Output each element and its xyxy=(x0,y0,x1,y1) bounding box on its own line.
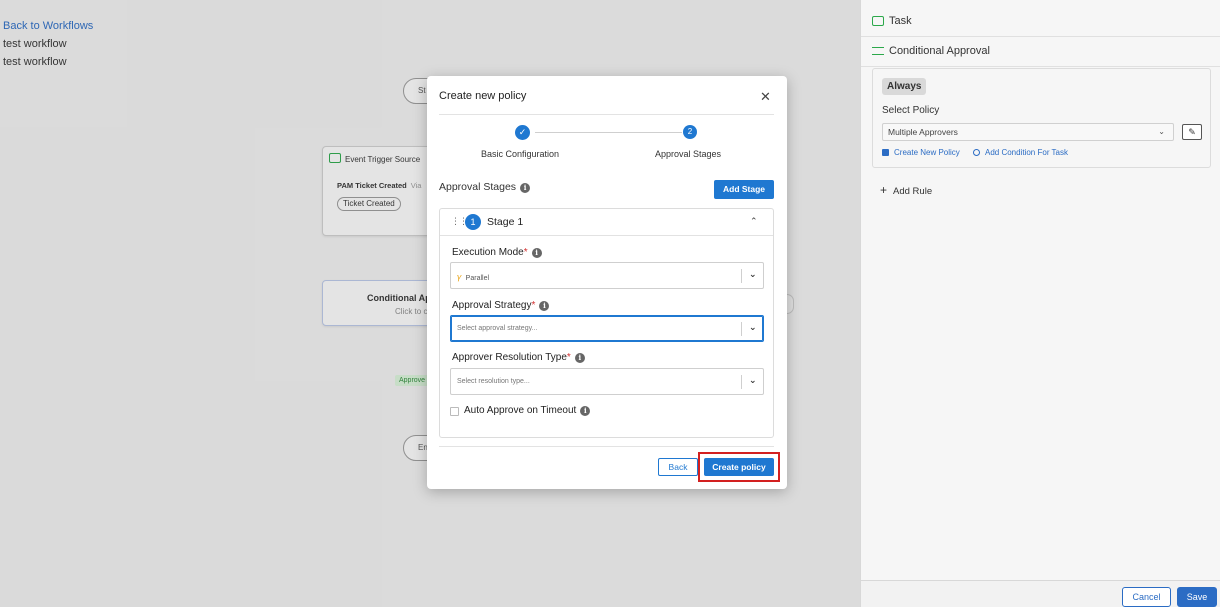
info-icon: i xyxy=(574,353,585,363)
panel-task-row[interactable]: Task xyxy=(861,7,1220,37)
save-button[interactable]: Save xyxy=(1177,587,1217,607)
panel-footer: Cancel Save xyxy=(861,580,1220,607)
chevron-down-icon: ⌄ xyxy=(749,322,757,332)
approval-strategy-placeholder: Select approval strategy... xyxy=(457,325,538,332)
execution-mode-label-text: Execution Mode xyxy=(452,247,524,258)
create-policy-button[interactable]: Create policy xyxy=(704,458,774,476)
create-policy-highlight: Create policy xyxy=(698,452,780,482)
add-condition-text: Add Condition For Task xyxy=(985,148,1069,157)
stage-name: Stage 1 xyxy=(487,216,524,228)
edit-policy-button[interactable]: ✎ xyxy=(1182,124,1202,140)
info-icon: i xyxy=(539,301,550,311)
stepper-line xyxy=(535,132,682,133)
create-policy-modal: Create new policy ✕ ✓ 2 Basic Configurat… xyxy=(427,76,787,489)
auto-approve-checkbox[interactable] xyxy=(450,407,459,416)
info-icon: i xyxy=(520,183,531,193)
execution-mode-value: 𝛾 Parallel xyxy=(457,272,489,283)
stage-header[interactable]: ⋮⋮ 1 Stage 1 ⌃ xyxy=(440,209,773,236)
select-policy-label: Select Policy xyxy=(882,105,940,116)
step-basic-configuration[interactable]: Basic Configuration xyxy=(481,149,559,159)
execution-mode-value-text: Parallel xyxy=(465,275,490,282)
select-separator xyxy=(741,269,742,283)
resolution-type-label: Approver Resolution Type* i xyxy=(452,352,585,363)
plus-square-icon xyxy=(882,149,889,156)
stage-card: ⋮⋮ 1 Stage 1 ⌃ Execution Mode* i 𝛾 Paralle… xyxy=(439,208,774,438)
step-2-indicator: 2 xyxy=(683,125,697,139)
properties-panel: Task Conditional Approval Always Select … xyxy=(860,0,1220,607)
parallel-icon: 𝛾 xyxy=(457,272,462,282)
create-new-policy-text: Create New Policy xyxy=(894,148,960,157)
conditional-icon xyxy=(872,47,884,55)
add-condition-link[interactable]: Add Condition For Task xyxy=(973,148,1068,157)
always-chip: Always xyxy=(882,78,927,95)
cancel-button[interactable]: Cancel xyxy=(1122,587,1171,607)
approval-stages-heading-text: Approval Stages xyxy=(439,181,517,193)
approval-strategy-label: Approval Strategy* i xyxy=(452,300,550,311)
task-label: Task xyxy=(889,15,912,27)
modal-title: Create new policy xyxy=(439,90,527,102)
chevron-down-icon: ⌄ xyxy=(749,375,757,385)
approval-strategy-label-text: Approval Strategy xyxy=(452,300,532,311)
plus-circle-icon xyxy=(973,149,980,156)
task-icon xyxy=(872,16,884,26)
policy-rule-box: Always Select Policy Multiple Approvers … xyxy=(872,68,1211,168)
auto-approve-label-text: Auto Approve on Timeout xyxy=(464,405,577,416)
approval-strategy-select[interactable]: Select approval strategy... ⌄ xyxy=(450,315,764,342)
add-stage-button[interactable]: Add Stage xyxy=(714,180,774,199)
execution-mode-select[interactable]: 𝛾 Parallel ⌄ xyxy=(450,262,764,289)
info-icon: i xyxy=(531,248,542,258)
conditional-label: Conditional Approval xyxy=(889,45,990,57)
policy-select-value: Multiple Approvers xyxy=(888,127,958,137)
close-icon[interactable]: ✕ xyxy=(760,89,771,105)
pencil-icon: ✎ xyxy=(1188,127,1196,137)
select-separator xyxy=(741,375,742,389)
chevron-down-icon: ⌄ xyxy=(1158,127,1165,136)
step-complete-check-icon: ✓ xyxy=(515,125,530,140)
create-new-policy-link[interactable]: Create New Policy xyxy=(882,148,960,157)
step-approval-stages[interactable]: Approval Stages xyxy=(655,149,721,159)
select-separator xyxy=(741,322,742,336)
auto-approve-label: Auto Approve on Timeout i xyxy=(464,405,591,416)
modal-divider xyxy=(439,114,774,115)
chevron-up-icon[interactable]: ⌃ xyxy=(750,216,758,227)
resolution-type-select[interactable]: Select resolution type... ⌄ xyxy=(450,368,764,395)
resolution-type-placeholder: Select resolution type... xyxy=(457,378,530,385)
add-rule-text: Add Rule xyxy=(893,186,933,197)
panel-conditional-row[interactable]: Conditional Approval xyxy=(861,37,1220,67)
execution-mode-label: Execution Mode* i xyxy=(452,247,542,258)
modal-footer-divider xyxy=(439,446,774,447)
resolution-type-label-text: Approver Resolution Type xyxy=(452,352,567,363)
policy-select[interactable]: Multiple Approvers ⌄ xyxy=(882,123,1174,141)
chevron-down-icon: ⌄ xyxy=(749,269,757,279)
stage-number-badge: 1 xyxy=(465,214,481,230)
add-rule-button[interactable]: + Add Rule xyxy=(880,183,932,197)
info-icon: i xyxy=(580,406,591,416)
plus-icon: + xyxy=(880,183,888,197)
approval-stages-heading: Approval Stages i xyxy=(439,181,531,193)
back-button[interactable]: Back xyxy=(658,458,698,476)
